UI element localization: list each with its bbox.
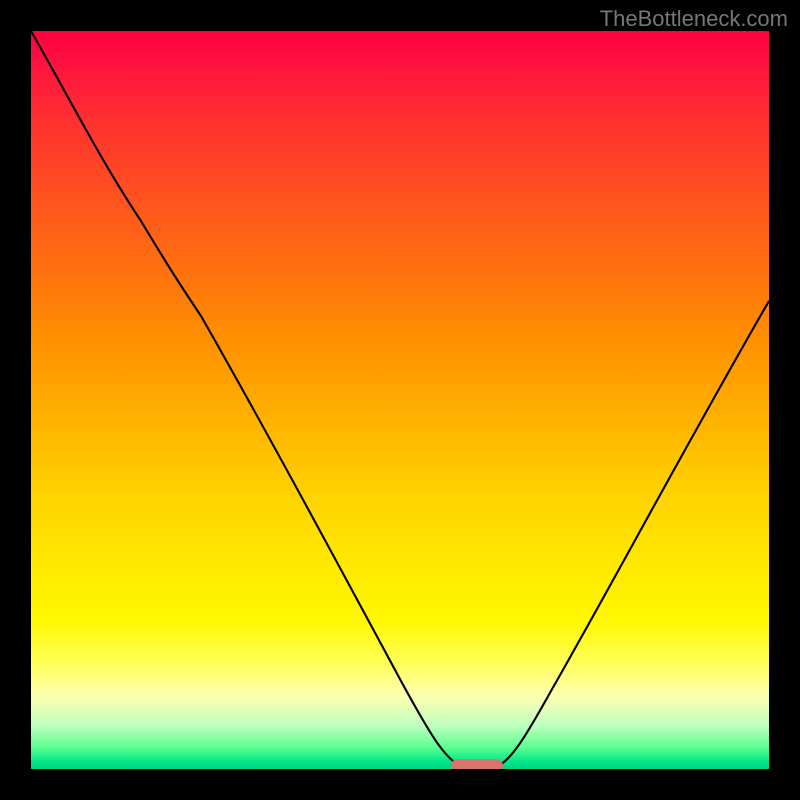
optimal-range-marker <box>451 759 503 769</box>
bottleneck-curve-line <box>31 31 769 767</box>
chart-svg <box>31 31 769 769</box>
chart-plot-area <box>31 31 769 769</box>
watermark-text: TheBottleneck.com <box>600 6 788 32</box>
